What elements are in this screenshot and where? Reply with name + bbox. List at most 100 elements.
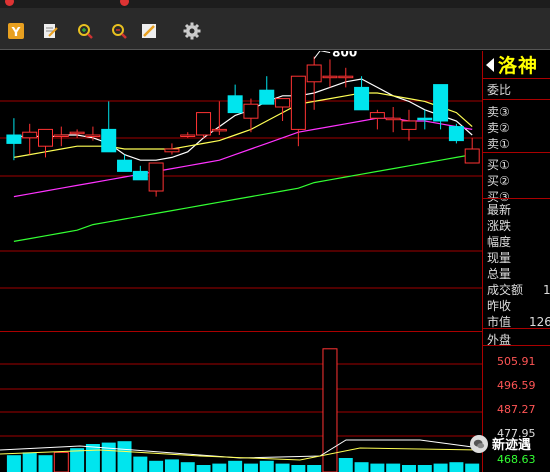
market-cap-value: 126	[529, 315, 550, 329]
y-square-icon[interactable]: Y	[7, 22, 25, 40]
volume-bar	[85, 444, 100, 472]
tab-close-icon[interactable]	[5, 0, 14, 6]
volume-bar	[243, 463, 258, 472]
volume-bar	[117, 441, 132, 472]
candle-body	[22, 131, 38, 139]
volume-bar	[101, 442, 116, 472]
volume-bar	[307, 465, 322, 472]
candle-body	[85, 134, 101, 137]
quote-label: 卖②	[487, 121, 510, 135]
candle-body	[164, 148, 180, 153]
gear-icon[interactable]	[183, 22, 201, 40]
quote-label: 卖③	[487, 105, 510, 119]
quote-label: 涨跌	[487, 219, 512, 233]
candlestick-chart[interactable]: 800	[0, 51, 482, 331]
turnover-value: 1	[543, 283, 550, 297]
quote-label: 最新	[487, 203, 512, 217]
candle-body	[338, 75, 354, 79]
edit-document-icon[interactable]	[41, 22, 59, 40]
candle-body	[227, 95, 243, 114]
volume-bar	[465, 463, 480, 472]
candle-body	[322, 75, 338, 79]
volume-bar	[53, 451, 69, 472]
quote-label: 卖①	[487, 137, 510, 151]
zoom-in-icon[interactable]	[76, 22, 94, 40]
triangle-left-icon[interactable]	[486, 57, 494, 72]
volume-chart[interactable]	[0, 332, 482, 472]
volume-bar	[212, 463, 227, 472]
quote-label: 委比	[487, 83, 512, 97]
pencil-draw-icon[interactable]	[140, 22, 158, 40]
volume-axis-label: 496.59	[497, 379, 536, 392]
candle-body	[148, 162, 164, 192]
ma-line-ma20	[13, 117, 473, 198]
quote-label: 成交额	[487, 283, 524, 297]
peak-annotation: 800	[332, 51, 357, 60]
candle-body	[290, 75, 306, 130]
candle-body	[354, 86, 370, 111]
volume-bar	[22, 452, 37, 472]
watermark-text: 新迹遇	[492, 438, 532, 453]
quote-label: 总量	[487, 267, 512, 281]
candle-body	[132, 170, 148, 181]
candle-body	[180, 134, 196, 137]
candle-body	[117, 159, 133, 172]
panel-divider	[483, 152, 550, 153]
tab-close-icon[interactable]	[120, 0, 129, 6]
volume-bar	[449, 462, 464, 472]
volume-bar	[38, 455, 53, 472]
volume-axis-label: 505.91	[497, 355, 536, 368]
volume-bar	[291, 465, 306, 472]
volume-axis-label: 468.63	[497, 453, 536, 466]
toolbar: Y	[0, 8, 550, 50]
volume-bar	[275, 463, 290, 472]
candle-body	[385, 117, 401, 121]
volume-bar	[70, 448, 85, 472]
volume-axis-label: 487.27	[497, 403, 536, 416]
volume-bar	[401, 465, 416, 472]
volume-bar	[133, 456, 148, 472]
watermark: 新迹遇	[470, 434, 531, 453]
volume-bar	[180, 462, 195, 472]
stock-name-header[interactable]: 洛神	[483, 51, 550, 79]
candle-body	[259, 89, 275, 105]
volume-bar	[6, 455, 21, 472]
svg-text:Y: Y	[11, 25, 21, 39]
volume-bar	[196, 465, 211, 472]
panel-divider	[483, 345, 550, 346]
quote-label: 幅度	[487, 235, 512, 249]
candle-body	[401, 120, 417, 130]
stock-name: 洛神	[498, 55, 539, 77]
candle-body	[306, 64, 322, 83]
candle-body	[53, 134, 69, 137]
wechat-icon	[470, 434, 488, 453]
candle-body	[69, 131, 85, 135]
panel-divider	[483, 99, 550, 100]
candle-body	[433, 84, 449, 122]
volume-bar	[433, 463, 448, 472]
volume-bar	[417, 465, 432, 472]
volume-bar	[228, 460, 243, 472]
volume-bar	[386, 463, 401, 472]
candle-body	[369, 112, 385, 119]
volume-bar	[370, 463, 385, 472]
volume-bar	[164, 459, 179, 472]
candle-body	[243, 103, 259, 119]
candle-body	[211, 128, 227, 132]
candle-body	[196, 112, 212, 136]
quote-label: 昨收	[487, 299, 512, 313]
zoom-out-icon[interactable]	[110, 22, 128, 40]
volume-bar	[259, 460, 274, 472]
quote-label: 买①	[487, 158, 510, 172]
candle-body	[6, 134, 22, 144]
quote-label: 现量	[487, 251, 512, 265]
volume-bar	[338, 458, 353, 472]
window-tab-strip	[0, 0, 550, 8]
candle-body	[464, 148, 480, 164]
quote-label: 买②	[487, 174, 510, 188]
annotation-leader	[313, 51, 331, 59]
volume-bar	[149, 460, 164, 472]
candle-body	[101, 128, 117, 153]
candle-body	[417, 117, 433, 121]
candle-body	[275, 98, 291, 108]
